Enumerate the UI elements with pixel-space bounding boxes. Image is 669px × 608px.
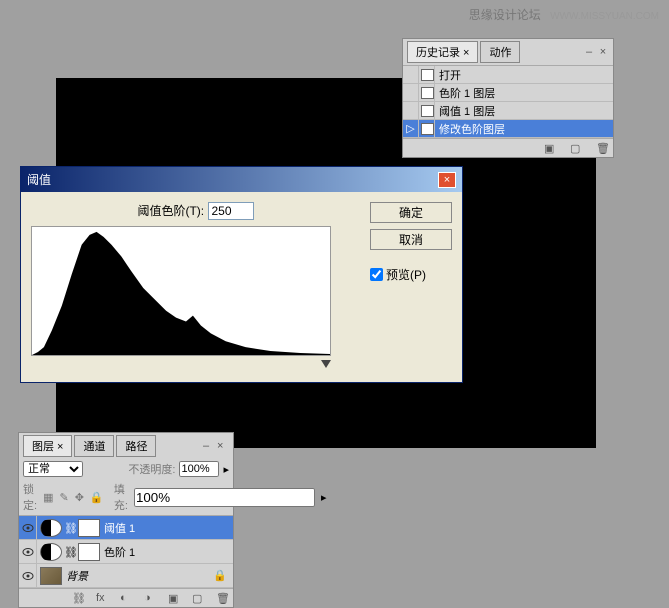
history-panel-header: 历史记录 × 动作 – × [403,39,613,66]
minimize-icon[interactable]: – [203,440,215,452]
lock-all-icon[interactable]: 🔒 [90,491,102,503]
folder-icon[interactable]: ▣ [168,592,182,604]
layers-options-row: 正常 不透明度: ▸ [19,459,233,479]
eye-icon [22,548,34,556]
tab-paths[interactable]: 路径 [116,435,156,457]
link-layers-icon[interactable]: ⛓ [72,592,86,604]
document-icon [421,105,434,117]
layers-panel: 图层 × 通道 路径 – × 正常 不透明度: ▸ 锁定: ▦ ✎ ✥ 🔒 填充… [18,432,234,608]
minimize-icon[interactable]: – [583,46,595,58]
preview-checkbox[interactable] [370,268,383,281]
tab-actions[interactable]: 动作 [480,41,520,63]
mask-thumb [78,543,100,561]
mask-icon[interactable]: ◐ [120,592,134,604]
threshold-dialog: 阈值 × 阈值色阶(T): 确定 取消 预览(P) [20,166,463,383]
tab-layers[interactable]: 图层 × [23,435,72,457]
eye-icon [22,524,34,532]
adjustment-icon[interactable]: ◑ [144,592,158,604]
tab-history[interactable]: 历史记录 × [407,41,478,63]
layers-panel-header: 图层 × 通道 路径 – × [19,433,233,459]
threshold-level-row: 阈值色阶(T): [31,202,360,220]
chevron-right-icon[interactable]: ▸ [223,463,229,476]
fx-icon[interactable]: fx [96,592,110,604]
dialog-titlebar[interactable]: 阈值 × [21,167,462,192]
trash-icon[interactable]: 🗑 [596,142,610,154]
lock-icon: 🔒 [213,569,227,582]
layer-row[interactable]: 背景 🔒 [19,564,233,588]
new-state-icon[interactable]: ▢ [570,142,584,154]
history-row[interactable]: ▷ 修改色阶图层 [403,120,613,138]
trash-icon[interactable]: 🗑 [216,592,230,604]
watermark: 思缘设计论坛 WWW.MISSYUAN.COM [469,6,659,23]
new-layer-icon[interactable]: ▢ [192,592,206,604]
history-row[interactable]: 色阶 1 图层 [403,84,613,102]
visibility-toggle[interactable] [19,540,37,563]
document-icon [421,87,434,99]
history-row[interactable]: 阈值 1 图层 [403,102,613,120]
visibility-toggle[interactable] [19,564,37,587]
layers-footer: ⛓ fx ◐ ◑ ▣ ▢ 🗑 [19,588,233,607]
mask-thumb [78,519,100,537]
layer-thumb [40,567,62,585]
layers-lock-row: 锁定: ▦ ✎ ✥ 🔒 填充: ▸ [19,479,233,516]
history-footer: ▣ ▢ 🗑 [403,138,613,157]
document-icon [421,123,434,135]
visibility-toggle[interactable] [19,516,37,539]
layers-list: ⛓ 阈值 1 ⛓ 色阶 1 背景 🔒 [19,516,233,588]
history-row[interactable]: 打开 [403,66,613,84]
fill-input[interactable] [134,488,315,507]
close-icon[interactable]: × [597,46,609,58]
tab-channels[interactable]: 通道 [74,435,114,457]
history-list: 打开 色阶 1 图层 阈值 1 图层 ▷ 修改色阶图层 [403,66,613,138]
snapshot-icon[interactable]: ▣ [544,142,558,154]
history-panel: 历史记录 × 动作 – × 打开 色阶 1 图层 阈值 1 图层 ▷ 修改色阶图… [402,38,614,158]
eye-icon [22,572,34,580]
opacity-input[interactable] [179,461,219,477]
layer-row[interactable]: ⛓ 阈值 1 [19,516,233,540]
slider-thumb-icon[interactable] [321,360,331,368]
ok-button[interactable]: 确定 [370,202,452,223]
preview-checkbox-row[interactable]: 预览(P) [370,266,452,283]
histogram [31,226,331,356]
chevron-right-icon[interactable]: ▸ [321,491,327,504]
layer-row[interactable]: ⛓ 色阶 1 [19,540,233,564]
document-icon [421,69,434,81]
cancel-button[interactable]: 取消 [370,229,452,250]
threshold-input[interactable] [208,202,254,220]
lock-transparency-icon[interactable]: ▦ [43,491,53,503]
link-icon[interactable]: ⛓ [64,522,76,534]
threshold-slider[interactable] [31,360,331,372]
link-icon[interactable]: ⛓ [64,546,76,558]
blend-mode-select[interactable]: 正常 [23,461,83,477]
adjustment-thumb [40,543,62,561]
close-icon[interactable]: × [217,440,229,452]
lock-move-icon[interactable]: ✥ [75,491,84,503]
adjustment-thumb [40,519,62,537]
lock-brush-icon[interactable]: ✎ [59,491,68,503]
close-icon[interactable]: × [438,172,456,188]
